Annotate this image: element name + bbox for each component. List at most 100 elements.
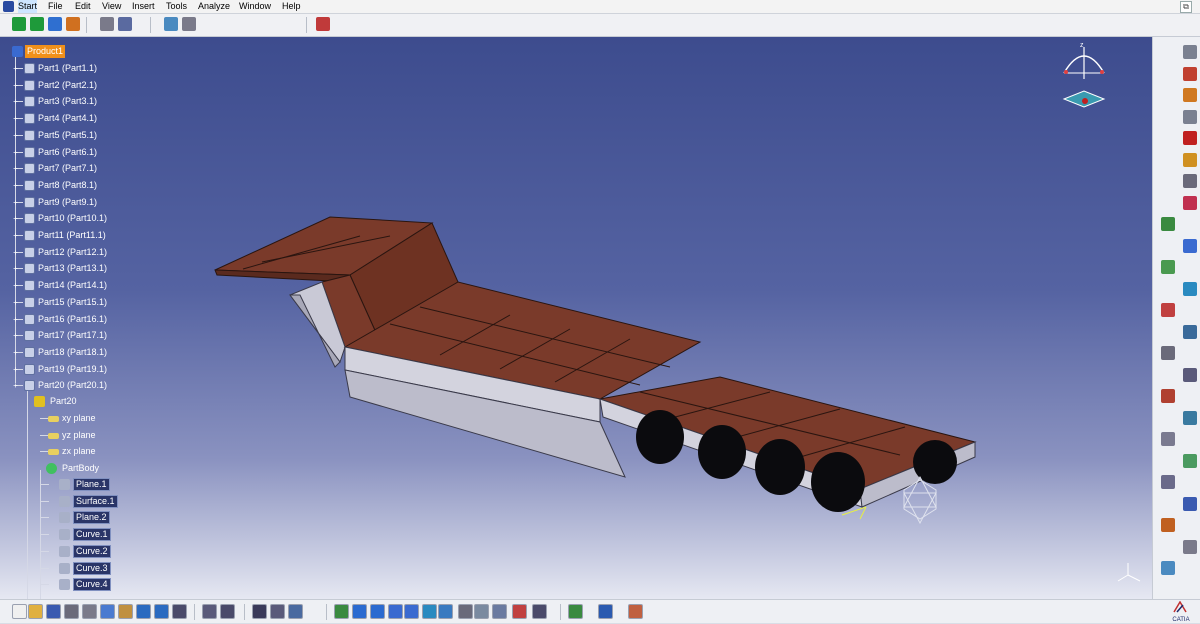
tree-part-item[interactable]: + Part6 (Part6.1) xyxy=(10,146,130,159)
pan-icon[interactable] xyxy=(352,604,367,619)
tool-icon[interactable] xyxy=(1183,496,1197,511)
expand-icon[interactable]: + xyxy=(12,282,19,290)
settings-icon[interactable] xyxy=(182,17,196,31)
tree-part-item[interactable]: + Part8 (Part8.1) xyxy=(10,179,130,192)
tool-icon[interactable] xyxy=(1183,281,1197,296)
help-icon[interactable] xyxy=(172,604,187,619)
table-icon[interactable] xyxy=(252,604,267,619)
tool-icon[interactable] xyxy=(1161,303,1175,317)
tree-partbody[interactable]: PartBody xyxy=(36,462,116,475)
tool-icon[interactable] xyxy=(1183,174,1197,188)
copy-icon[interactable] xyxy=(100,604,115,619)
menu-item-analyze[interactable]: Analyze xyxy=(198,0,230,13)
expand-icon[interactable]: + xyxy=(12,148,19,156)
zoom-out-icon[interactable] xyxy=(404,604,419,619)
tool-icon[interactable] xyxy=(1161,389,1175,403)
tool-icon[interactable] xyxy=(1161,346,1175,360)
camera-icon[interactable] xyxy=(532,604,547,619)
tree-feature-item[interactable]: Surface.1 xyxy=(41,494,128,508)
tree-part-item[interactable]: + Part17 (Part17.1) xyxy=(10,329,130,342)
shading-icon[interactable] xyxy=(458,604,473,619)
tool-icon[interactable] xyxy=(1161,217,1175,231)
tree-plane-item[interactable]: zx plane xyxy=(36,445,116,458)
menu-item-tools[interactable]: Tools xyxy=(166,0,187,13)
expand-icon[interactable]: + xyxy=(12,265,19,273)
tree-feature-item[interactable]: Plane.1 xyxy=(41,478,128,491)
tree-part-item[interactable]: + Part14 (Part14.1) xyxy=(10,279,130,292)
tree-part-item[interactable]: + Part11 (Part11.1) xyxy=(10,229,130,242)
menu-item-window[interactable]: Window xyxy=(239,0,271,13)
new-icon[interactable] xyxy=(12,604,27,619)
tree-part-item[interactable]: + Part15 (Part15.1) xyxy=(10,296,130,309)
normal-view-icon[interactable] xyxy=(422,604,437,619)
expand-icon[interactable]: + xyxy=(12,332,19,340)
expand-icon[interactable]: + xyxy=(12,348,19,356)
tool-icon[interactable] xyxy=(1161,260,1175,274)
specification-tree[interactable]: Product1 + Part1 (Part1.1) + Part2 (Part2.1)… xyxy=(0,37,140,599)
print-icon[interactable] xyxy=(64,604,79,619)
pan-icon[interactable] xyxy=(30,17,44,31)
rotate-icon[interactable] xyxy=(370,604,385,619)
menu-item-help[interactable]: Help xyxy=(282,0,301,13)
tool-icon[interactable] xyxy=(1183,195,1197,210)
expand-icon[interactable]: + xyxy=(12,232,19,240)
tree-part-item[interactable]: + Part19 (Part19.1) xyxy=(10,363,130,376)
tree-part-item[interactable]: + Part5 (Part5.1) xyxy=(10,129,130,142)
expand-icon[interactable]: + xyxy=(12,365,19,373)
graph-icon[interactable] xyxy=(288,604,303,619)
expand-icon[interactable]: + xyxy=(12,315,19,323)
tree-root[interactable]: Product1 xyxy=(12,45,92,58)
redo-icon[interactable] xyxy=(154,604,169,619)
expand-icon[interactable]: + xyxy=(12,298,19,306)
tool-icon[interactable] xyxy=(1183,324,1197,339)
tool-icon[interactable] xyxy=(1183,109,1197,124)
tool-icon[interactable] xyxy=(1183,66,1197,81)
tool-icon[interactable] xyxy=(1161,432,1175,446)
tool-icon[interactable] xyxy=(1183,238,1197,253)
tool-icon[interactable] xyxy=(1183,539,1197,554)
tree-part-item[interactable]: + Part20 (Part20.1) xyxy=(10,379,130,392)
expand-icon[interactable]: + xyxy=(12,115,19,123)
tree-feature-item[interactable]: Curve.4 xyxy=(41,578,128,592)
tool-icon[interactable] xyxy=(1183,410,1197,425)
fit-all-icon[interactable] xyxy=(334,604,349,619)
save-icon[interactable] xyxy=(164,17,178,31)
tree-part-item[interactable]: + Part3 (Part3.1) xyxy=(10,95,130,108)
expand-icon[interactable]: + xyxy=(12,65,19,73)
tree-part-item[interactable]: + Part4 (Part4.1) xyxy=(10,112,130,125)
tree-part-item[interactable]: + Part1 (Part1.1) xyxy=(10,62,130,75)
cut-icon[interactable] xyxy=(82,604,97,619)
3d-viewport[interactable]: Product1 + Part1 (Part1.1) + Part2 (Part2.1)… xyxy=(0,37,1152,599)
start-icon[interactable] xyxy=(3,1,14,12)
tool-icon[interactable] xyxy=(1161,518,1175,532)
save-icon[interactable] xyxy=(46,604,61,619)
hide-show-icon[interactable] xyxy=(474,604,489,619)
menu-item-view[interactable]: View xyxy=(102,0,121,13)
tool-icon[interactable] xyxy=(1183,453,1197,468)
expand-icon[interactable]: + xyxy=(12,382,19,390)
measure-icon[interactable] xyxy=(66,17,80,31)
tree-part-item[interactable]: + Part7 (Part7.1) xyxy=(10,162,130,175)
expand-icon[interactable]: + xyxy=(12,215,19,223)
tool-icon[interactable] xyxy=(1183,45,1197,59)
expand-icon[interactable]: + xyxy=(12,81,19,89)
tree-part-item[interactable]: + Part13 (Part13.1) xyxy=(10,262,130,275)
menu-item-start[interactable]: Start xyxy=(18,0,38,13)
move-icon[interactable] xyxy=(12,17,26,31)
knowledge-icon[interactable] xyxy=(316,17,330,31)
tree-plane-item[interactable]: xy plane xyxy=(36,412,116,425)
iso-view-icon[interactable] xyxy=(438,604,453,619)
tool-icon[interactable] xyxy=(1183,367,1197,382)
tree-part-item[interactable]: + Part2 (Part2.1) xyxy=(10,79,130,92)
tree-part20[interactable]: Part20 xyxy=(24,395,104,408)
menu-item-insert[interactable]: Insert xyxy=(132,0,155,13)
tree-part-item[interactable]: + Part9 (Part9.1) xyxy=(10,196,130,209)
expand-icon[interactable]: + xyxy=(12,198,19,206)
sketch-icon[interactable] xyxy=(100,17,114,31)
macro-icon[interactable] xyxy=(220,604,235,619)
tool-icon[interactable] xyxy=(1183,152,1197,167)
tree-plane-item[interactable]: yz plane xyxy=(36,429,116,442)
undo-icon[interactable] xyxy=(136,604,151,619)
expand-icon[interactable]: + xyxy=(12,165,19,173)
tool-icon[interactable] xyxy=(1183,88,1197,102)
